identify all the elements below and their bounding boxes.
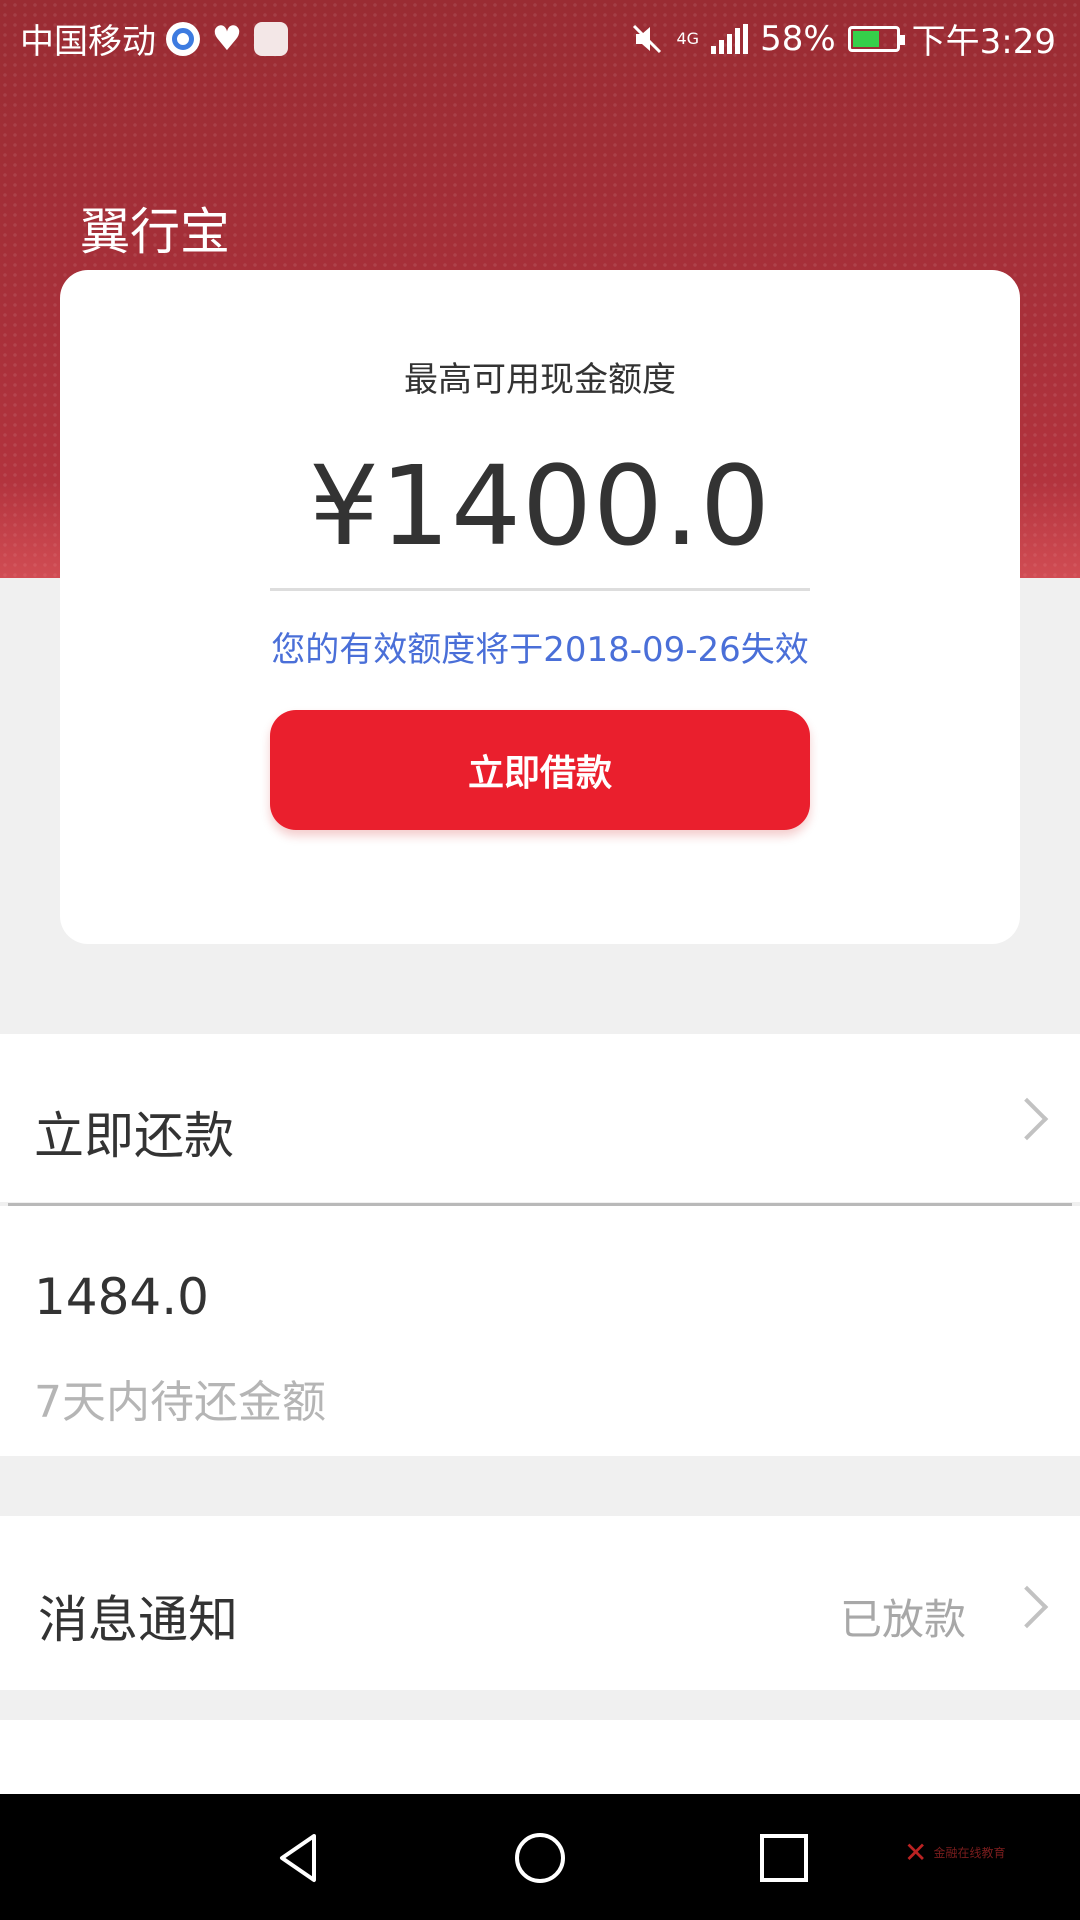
credit-card-panel: 最高可用现金额度 ¥1400.0 您的有效额度将于2018-09-26失效 立即… xyxy=(60,270,1020,944)
expiry-notice: 您的有效额度将于2018-09-26失效 xyxy=(271,630,809,670)
status-left: 中国移动 ♥ xyxy=(20,14,288,63)
system-navigation-bar: ✕ 金融在线教育 xyxy=(0,1794,1080,1920)
credit-limit-amount: ¥1400.0 xyxy=(309,442,771,570)
due-amount-value: 1484.0 xyxy=(34,1268,209,1326)
status-bar: 中国移动 ♥ 4G 58% 下午3:29 xyxy=(0,0,1080,72)
notifications-row[interactable]: 消息通知 已放款 xyxy=(0,1516,1080,1690)
status-right: 4G 58% 下午3:29 xyxy=(630,14,1056,63)
watermark-logo-icon: ✕ xyxy=(904,1836,928,1869)
notification-status: 已放款 xyxy=(839,1595,966,1644)
credit-limit-label: 最高可用现金额度 xyxy=(404,360,676,400)
clock: 下午3:29 xyxy=(911,22,1056,62)
battery-percent: 58% xyxy=(760,18,836,59)
network-type: 4G xyxy=(676,29,700,48)
page-title: 翼行宝 xyxy=(80,203,230,261)
watermark: ✕ 金融在线教育 xyxy=(904,1836,1005,1869)
back-icon[interactable] xyxy=(272,1830,328,1886)
chevron-right-icon xyxy=(1005,1097,1049,1141)
health-icon: ♥ xyxy=(211,18,243,59)
chevron-right-icon xyxy=(1005,1585,1049,1629)
due-amount-block: 1484.0 7天内待还金额 xyxy=(0,1206,1080,1456)
battery-icon xyxy=(847,25,905,52)
borrow-now-button[interactable]: 立即借款 xyxy=(270,710,810,830)
mute-icon xyxy=(633,24,662,53)
notifications-label: 消息通知 xyxy=(38,1591,238,1649)
repay-now-row[interactable]: 立即还款 xyxy=(0,1034,1080,1202)
repay-now-label: 立即还款 xyxy=(34,1107,234,1165)
due-amount-label: 7天内待还金额 xyxy=(34,1377,326,1428)
amount-divider xyxy=(270,588,810,591)
home-icon[interactable] xyxy=(512,1830,568,1886)
carrier-label: 中国移动 xyxy=(20,22,156,62)
signal-icon xyxy=(711,23,749,54)
recent-apps-icon[interactable] xyxy=(756,1830,812,1886)
watermark-text: 金融在线教育 xyxy=(933,1846,1006,1860)
map-icon xyxy=(254,21,288,56)
browser-icon xyxy=(166,21,200,56)
